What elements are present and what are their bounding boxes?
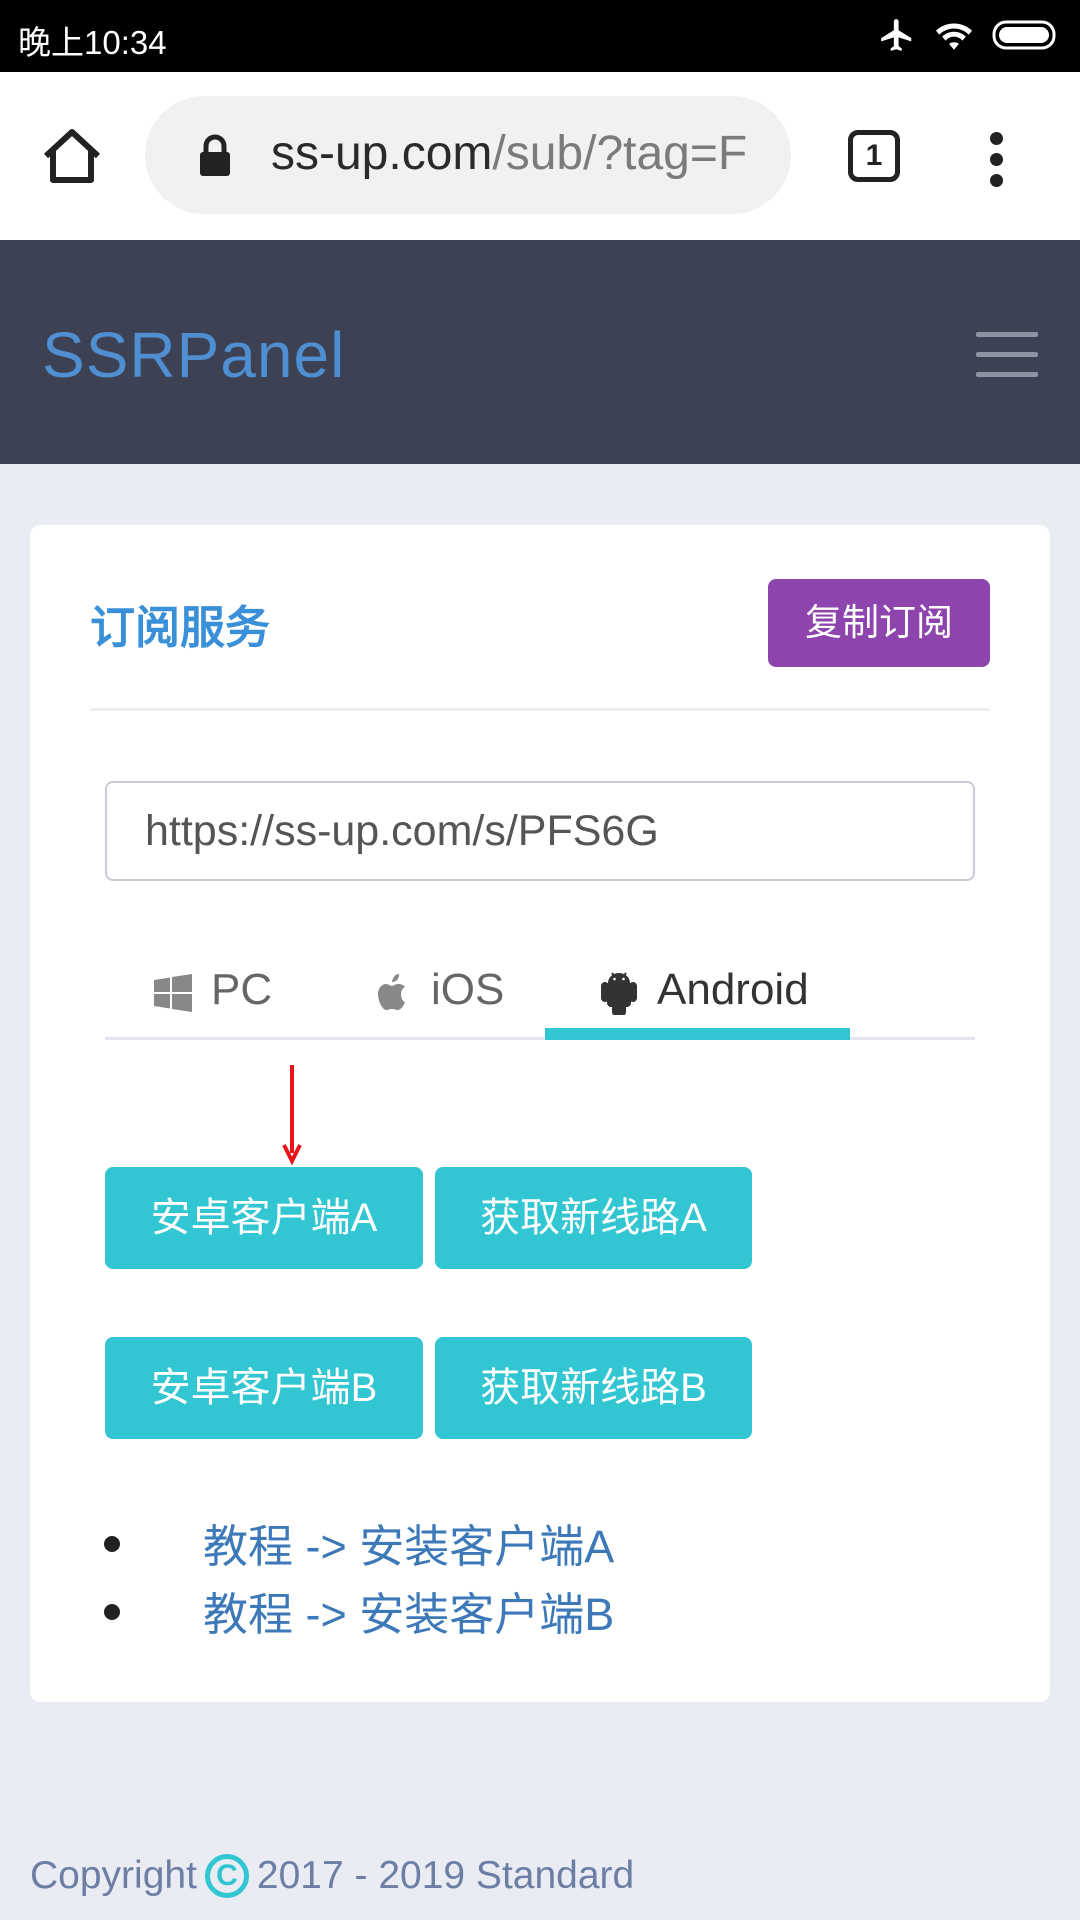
url-path: /sub/?tag=F <box>492 127 748 180</box>
android-client-a-button[interactable]: 安卓客户端A <box>105 1167 423 1269</box>
copy-subscription-button[interactable]: 复制订阅 <box>768 579 990 667</box>
site-header: SSRPanel <box>0 240 1080 464</box>
get-new-route-b-button[interactable]: 获取新线路B <box>435 1337 752 1439</box>
lock-icon <box>200 134 230 176</box>
status-time: 晚上10:34 <box>18 24 167 61</box>
airplane-icon <box>881 19 912 51</box>
subscription-card: 订阅服务 复制订阅 https://ss-up.com/s/PFS6G PC i… <box>30 525 1050 1702</box>
tutorial-link-a[interactable]: 教程 -> 安装客户端A <box>203 1510 614 1575</box>
windows-icon <box>154 974 192 1012</box>
browser-toolbar: ss-up.com/sub/?tag=F <box>0 72 1080 240</box>
tab-android-label: Android <box>657 965 809 1014</box>
address-bar[interactable]: ss-up.com/sub/?tag=F <box>145 96 791 214</box>
tutorial-link-b[interactable]: 教程 -> 安装客户端B <box>203 1578 614 1643</box>
more-options-icon[interactable] <box>988 132 1004 187</box>
tab-pc[interactable]: PC <box>153 965 272 1040</box>
battery-icon <box>992 20 1056 50</box>
tab-ios-label: iOS <box>431 965 505 1014</box>
divider <box>90 708 990 711</box>
tab-ios[interactable]: iOS <box>373 965 504 1040</box>
status-bar: 晚上10:34 <box>0 0 1080 72</box>
android-icon <box>601 972 637 1015</box>
footer: Copyright C 2017 - 2019 Standard <box>30 1854 634 1898</box>
status-icons <box>878 16 1060 54</box>
bullet <box>104 1536 120 1552</box>
url-host: ss-up.com <box>271 127 493 180</box>
menu-icon[interactable] <box>976 332 1038 377</box>
subscription-url-field[interactable]: https://ss-up.com/s/PFS6G <box>105 781 975 881</box>
active-tab-indicator <box>545 1028 850 1040</box>
bullet <box>104 1604 120 1620</box>
platform-tabs: PC iOS Android <box>105 965 975 1040</box>
tab-pc-label: PC <box>211 965 273 1014</box>
tab-switcher-button[interactable]: 1 <box>848 130 900 182</box>
footer-prefix: Copyright <box>30 1854 197 1897</box>
brand-logo[interactable]: SSRPanel <box>42 318 345 392</box>
get-new-route-a-button[interactable]: 获取新线路A <box>435 1167 752 1269</box>
wifi-icon <box>936 23 972 50</box>
copyright-icon: C <box>204 1854 249 1898</box>
android-client-b-button[interactable]: 安卓客户端B <box>105 1337 423 1439</box>
home-icon[interactable] <box>40 124 104 188</box>
card-title: 订阅服务 <box>90 602 271 653</box>
url-text[interactable]: ss-up.com/sub/?tag=F <box>271 126 771 181</box>
apple-icon <box>378 974 405 1010</box>
footer-suffix: 2017 - 2019 Standard <box>256 1854 635 1897</box>
annotation-arrow <box>282 1065 302 1165</box>
